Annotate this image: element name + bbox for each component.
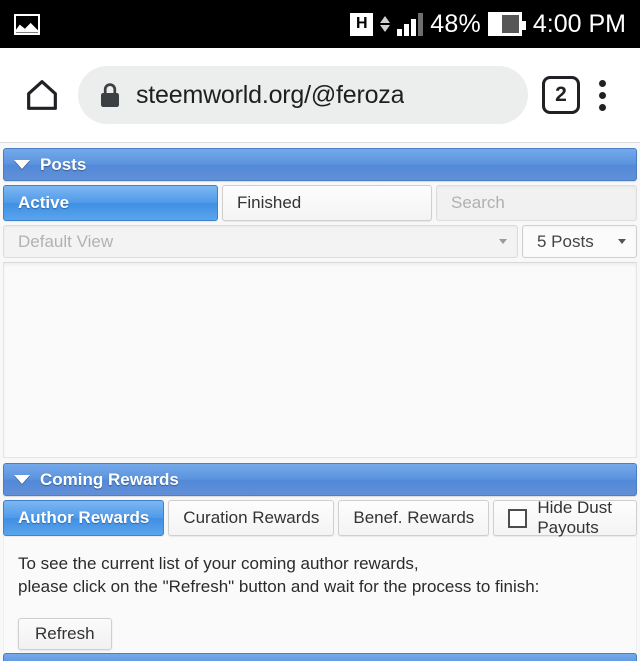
rewards-info-body: To see the current list of your coming a… — [3, 536, 637, 653]
menu-dot — [598, 79, 606, 87]
clock-label: 4:00 PM — [532, 9, 626, 38]
rewards-tab-row: Author Rewards Curation Rewards Benef. R… — [3, 498, 637, 537]
coming-rewards-panel-title: Coming Rewards — [40, 469, 179, 489]
tab-switcher-button[interactable]: 2 — [542, 76, 580, 114]
posts-panel-header[interactable]: Posts — [3, 148, 637, 181]
coming-rewards-panel-header[interactable]: Coming Rewards — [3, 463, 637, 496]
image-icon — [14, 13, 40, 35]
android-status-bar: H 48% 4:00 PM — [0, 0, 640, 48]
browser-toolbar: steemworld.org/@feroza 2 — [0, 48, 640, 143]
rewards-info-line-2: please click on the "Refresh" button and… — [18, 577, 540, 596]
caret-down-icon — [618, 239, 626, 244]
overflow-menu-button[interactable] — [580, 69, 624, 121]
tab-finished[interactable]: Finished — [222, 185, 432, 221]
posts-panel-title: Posts — [40, 154, 87, 174]
rewards-info-line-1: To see the current list of your coming a… — [18, 554, 419, 573]
posts-list-container — [3, 262, 637, 458]
lock-icon — [98, 81, 122, 109]
posts-tab-row: Active Finished Search — [3, 185, 637, 221]
post-count-select-value: 5 Posts — [537, 231, 594, 251]
signal-bars-icon — [397, 12, 424, 36]
checkbox-box-icon[interactable] — [508, 508, 528, 528]
address-bar[interactable]: steemworld.org/@feroza — [78, 66, 528, 124]
status-bar-notifications — [14, 13, 40, 35]
url-text: steemworld.org/@feroza — [136, 80, 405, 109]
view-select[interactable]: Default View — [3, 225, 518, 258]
caret-down-icon — [499, 239, 507, 244]
search-input[interactable]: Search — [436, 185, 637, 221]
battery-percent-label: 48% — [430, 9, 481, 38]
hide-dust-payouts-label: Hide Dust Payouts — [537, 498, 612, 537]
data-transfer-icon — [380, 16, 391, 32]
view-select-value: Default View — [18, 231, 114, 251]
battery-icon — [487, 12, 526, 36]
page-content: Posts Active Finished Search Default Vie… — [0, 143, 640, 661]
tab-author-rewards[interactable]: Author Rewards — [3, 500, 165, 536]
refresh-button[interactable]: Refresh — [18, 618, 112, 650]
hide-dust-payouts-checkbox[interactable]: Hide Dust Payouts — [493, 498, 637, 537]
post-count-select[interactable]: 5 Posts — [522, 225, 637, 258]
network-type-icon: H — [350, 12, 374, 36]
status-bar-system-icons: H 48% 4:00 PM — [350, 10, 626, 39]
menu-dot — [598, 91, 606, 99]
home-button[interactable] — [16, 69, 68, 121]
tab-benef-rewards[interactable]: Benef. Rewards — [338, 500, 490, 536]
caret-down-icon[interactable] — [14, 475, 30, 484]
next-panel-header-partial[interactable] — [3, 653, 637, 661]
tab-curation-rewards[interactable]: Curation Rewards — [168, 500, 335, 536]
posts-filter-row: Default View 5 Posts — [3, 225, 637, 258]
caret-down-icon[interactable] — [14, 160, 30, 169]
tab-active[interactable]: Active — [3, 185, 218, 221]
menu-dot — [598, 103, 606, 111]
home-icon — [27, 80, 57, 110]
